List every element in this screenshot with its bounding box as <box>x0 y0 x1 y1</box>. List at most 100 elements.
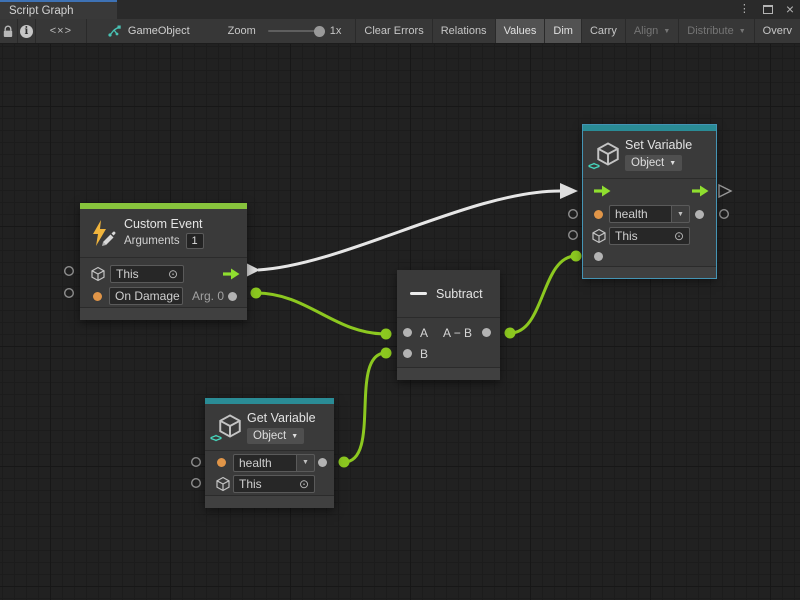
arguments-input[interactable]: 1 <box>186 233 204 249</box>
value-output-port[interactable] <box>318 458 327 467</box>
value-port-orange[interactable] <box>594 210 603 219</box>
code-icon: <×> <box>50 25 72 37</box>
gameobject-cube-icon <box>591 228 607 244</box>
distribute-dropdown[interactable]: Distribute ▼ <box>679 19 754 43</box>
flow-row <box>583 180 716 202</box>
gameobject-cube-icon <box>215 476 231 492</box>
input-port-a[interactable] <box>403 328 412 337</box>
input-port-b[interactable] <box>403 349 412 358</box>
arg0-output-port[interactable] <box>228 292 237 301</box>
dim-toggle[interactable]: Dim <box>545 19 582 43</box>
lock-icon <box>2 25 14 38</box>
zoom-value: 1x <box>330 25 342 37</box>
port-row-a: A A − B <box>397 322 500 343</box>
node-set-variable[interactable]: <> Set Variable Object ▼ health ▼ <box>583 125 716 278</box>
node-get-variable[interactable]: <> Get Variable Object ▼ health ▼ This ⊙ <box>205 398 334 508</box>
output-label: A − B <box>443 326 472 340</box>
port-row-value-input <box>583 246 716 266</box>
variable-name-field[interactable]: health <box>609 205 672 223</box>
unity-script-graph-window: { "window": { "tab_title": "Script Graph… <box>0 0 800 600</box>
port-row-b: B <box>397 343 500 364</box>
values-toggle[interactable]: Values <box>496 19 546 43</box>
window-controls: ⋮ × <box>739 0 794 19</box>
node-header: <> Set Variable Object ▼ <box>583 131 716 178</box>
value-input-port[interactable] <box>594 252 603 261</box>
value-port-orange[interactable] <box>93 292 102 301</box>
info-icon: i <box>20 25 33 38</box>
event-name-field[interactable]: On Damage <box>109 287 183 305</box>
gameobject-label: GameObject <box>128 25 190 37</box>
chevron-down-icon: ▼ <box>302 459 309 466</box>
clear-errors-button[interactable]: Clear Errors <box>355 19 432 43</box>
node-footer <box>397 367 500 380</box>
target-field[interactable]: This ⊙ <box>233 475 315 493</box>
chevron-down-icon: ▼ <box>739 28 746 35</box>
arguments-label: Arguments <box>124 235 180 247</box>
node-footer <box>80 307 247 320</box>
window-menu-icon[interactable]: ⋮ <box>739 4 750 15</box>
object-picker-icon[interactable]: ⊙ <box>168 268 178 280</box>
value-port-orange[interactable] <box>217 458 226 467</box>
input-a-label: A <box>420 326 428 340</box>
node-subtract[interactable]: Subtract A A − B B <box>397 270 500 380</box>
lock-button[interactable] <box>0 19 18 43</box>
graph-toolbar: i <×> GameObject Zoom 1x Clear Errors Re… <box>0 19 800 44</box>
output-port[interactable] <box>482 328 491 337</box>
tab-title: Script Graph <box>9 5 74 17</box>
tab-script-graph[interactable]: Script Graph <box>0 0 117 19</box>
port-row-target: This ⊙ <box>583 225 716 246</box>
port-row-event-name: On Damage Arg. 0 <box>80 285 247 307</box>
maximize-icon[interactable] <box>763 5 773 14</box>
carry-toggle[interactable]: Carry <box>582 19 626 43</box>
node-header: Custom Event Arguments 1 <box>80 209 247 257</box>
subtract-icon <box>410 292 427 295</box>
node-header: <> Get Variable Object ▼ <box>205 404 334 450</box>
chevron-down-icon: ▼ <box>669 160 676 167</box>
flow-in-arrow-icon <box>593 185 611 197</box>
variable-name-dropdown[interactable]: ▼ <box>297 454 315 472</box>
arg0-label: Arg. 0 <box>192 289 224 303</box>
port-row-variable-name: health ▼ <box>583 203 716 225</box>
node-footer <box>205 495 334 508</box>
info-button[interactable]: i <box>18 19 36 43</box>
variable-scope-dropdown[interactable]: Object ▼ <box>625 155 682 171</box>
zoom-label: Zoom <box>228 25 256 37</box>
zoom-slider-handle[interactable] <box>314 26 325 37</box>
variable-icon: <> <box>213 413 243 441</box>
value-output-port[interactable] <box>695 210 704 219</box>
object-picker-icon[interactable]: ⊙ <box>674 230 684 242</box>
flow-out-arrow-icon <box>691 185 709 197</box>
node-header: Subtract <box>397 270 500 317</box>
gameobject-icon <box>107 24 122 38</box>
port-row-variable-name: health ▼ <box>205 452 334 473</box>
chevron-down-icon: ▼ <box>291 433 298 440</box>
variable-name-field[interactable]: health <box>233 454 297 472</box>
relations-button[interactable]: Relations <box>433 19 496 43</box>
variable-name-dropdown[interactable]: ▼ <box>672 205 690 223</box>
node-title: Custom Event <box>124 217 204 231</box>
input-b-label: B <box>420 347 428 361</box>
zoom-slider[interactable] <box>268 30 323 32</box>
port-row-target: This ⊙ <box>205 473 334 494</box>
node-title: Set Variable <box>625 138 692 152</box>
variable-icon: <> <box>591 141 621 169</box>
graph-target-breadcrumb[interactable]: GameObject <box>107 19 190 43</box>
node-title: Subtract <box>436 287 483 301</box>
node-custom-event[interactable]: Custom Event Arguments 1 This ⊙ On Damag… <box>80 203 247 320</box>
align-dropdown[interactable]: Align ▼ <box>626 19 679 43</box>
target-field[interactable]: This ⊙ <box>609 227 690 245</box>
custom-event-icon <box>89 219 117 247</box>
object-picker-icon[interactable]: ⊙ <box>299 478 309 490</box>
overview-button[interactable]: Overv <box>755 19 800 43</box>
chevron-down-icon: ▼ <box>677 211 684 218</box>
target-field[interactable]: This ⊙ <box>110 265 184 283</box>
edit-code-button[interactable]: <×> <box>36 19 87 43</box>
port-row-target: This ⊙ <box>80 263 247 285</box>
chevron-down-icon: ▼ <box>663 28 670 35</box>
gameobject-cube-icon <box>90 266 106 282</box>
flow-arrow-icon <box>222 268 240 280</box>
node-footer <box>583 266 716 278</box>
variable-scope-dropdown[interactable]: Object ▼ <box>247 428 304 444</box>
close-icon[interactable]: × <box>786 2 794 16</box>
node-title: Get Variable <box>247 411 316 425</box>
